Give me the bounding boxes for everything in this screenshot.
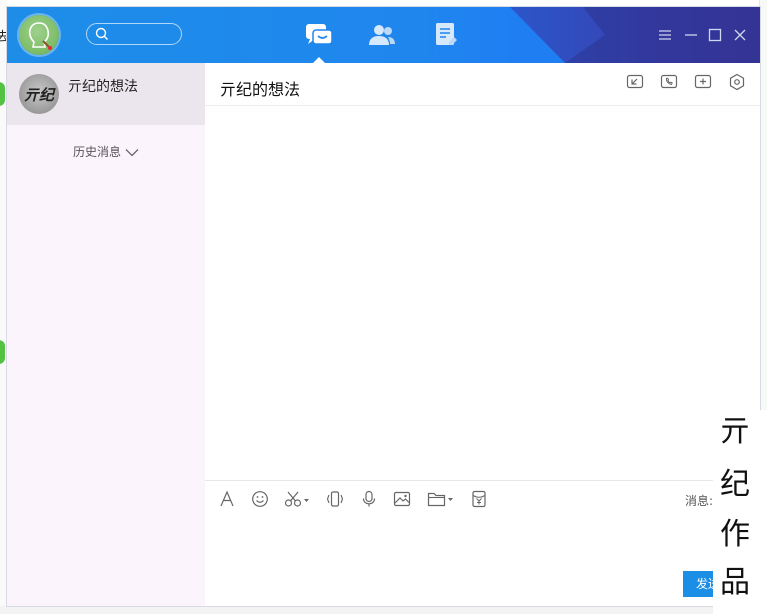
- document-icon: [436, 23, 457, 45]
- history-messages-button[interactable]: 历史消息: [7, 143, 205, 160]
- image-button[interactable]: [393, 490, 411, 508]
- font-button[interactable]: [218, 490, 236, 508]
- sidebar: 亓纪 亓纪的想法 历史消息: [7, 63, 205, 606]
- chat-title: 亓纪的想法: [220, 80, 301, 99]
- close-button[interactable]: [732, 27, 748, 43]
- emoji-button[interactable]: [251, 490, 269, 508]
- screenshot-button[interactable]: [284, 490, 310, 508]
- font-icon: [220, 490, 234, 507]
- add-member-icon: [694, 74, 712, 89]
- title-bar: [7, 7, 760, 63]
- chat-bubbles-icon: [306, 24, 333, 45]
- background-status-dot: [0, 82, 5, 106]
- avatar-portrait-icon: [28, 22, 52, 50]
- menu-icon: [659, 30, 671, 40]
- voice-message-button[interactable]: [360, 490, 378, 508]
- minimize-icon: [685, 34, 697, 36]
- user-avatar[interactable]: [19, 15, 59, 55]
- emoji-icon: [252, 491, 268, 507]
- menu-button[interactable]: [657, 27, 673, 43]
- watermark-char: 作: [720, 517, 750, 552]
- add-member-button[interactable]: [694, 73, 712, 91]
- voice-message-icon: [362, 490, 376, 507]
- contacts-icon: [369, 25, 395, 45]
- message-record-button[interactable]: 消息:: [685, 492, 713, 509]
- settings-icon: [729, 73, 745, 91]
- minimize-button[interactable]: [683, 27, 699, 43]
- screenshot-icon: [284, 491, 309, 507]
- toolbar-divider: [205, 480, 760, 481]
- chat-avatar: 亓纪: [19, 74, 59, 114]
- folder-button[interactable]: [427, 490, 455, 508]
- search-input[interactable]: [86, 23, 182, 45]
- watermark-char: 纪: [720, 467, 750, 502]
- history-messages-label: 历史消息: [72, 145, 121, 159]
- red-packet-button[interactable]: [470, 490, 488, 508]
- red-packet-icon: [472, 490, 486, 508]
- watermark-char: 品: [720, 565, 750, 600]
- chat-list-item-name: 亓纪的想法: [68, 79, 138, 95]
- image-icon: [393, 491, 411, 507]
- background-window-edge-bottom: [0, 606, 767, 614]
- share-screen-icon: [626, 74, 644, 89]
- close-icon: [734, 29, 746, 41]
- settings-button[interactable]: [728, 73, 746, 91]
- tab-contacts[interactable]: [367, 21, 397, 49]
- tab-messages[interactable]: [304, 21, 334, 63]
- chat-panel: 亓纪的想法 消息: 发送: [205, 63, 760, 606]
- share-screen-button[interactable]: [626, 73, 644, 91]
- tab-files[interactable]: [432, 21, 462, 49]
- header-divider: [205, 105, 760, 106]
- maximize-icon: [708, 28, 722, 42]
- maximize-button[interactable]: [707, 27, 723, 43]
- chat-avatar-text: 亓纪: [23, 85, 54, 104]
- shake-button[interactable]: [326, 490, 344, 508]
- chat-list-item[interactable]: 亓纪 亓纪的想法: [7, 63, 205, 125]
- search-icon: [95, 27, 108, 40]
- background-status-dot: [0, 340, 5, 364]
- chat-window: 亓纪 亓纪的想法 历史消息 亓纪的想法 消息: 发送: [7, 7, 760, 606]
- folder-icon: [427, 492, 453, 507]
- shake-icon: [326, 491, 344, 507]
- voice-call-icon: [660, 74, 678, 89]
- watermark-char: 亓: [720, 414, 750, 449]
- voice-call-button[interactable]: [660, 73, 678, 91]
- chevron-down-icon: [125, 149, 139, 157]
